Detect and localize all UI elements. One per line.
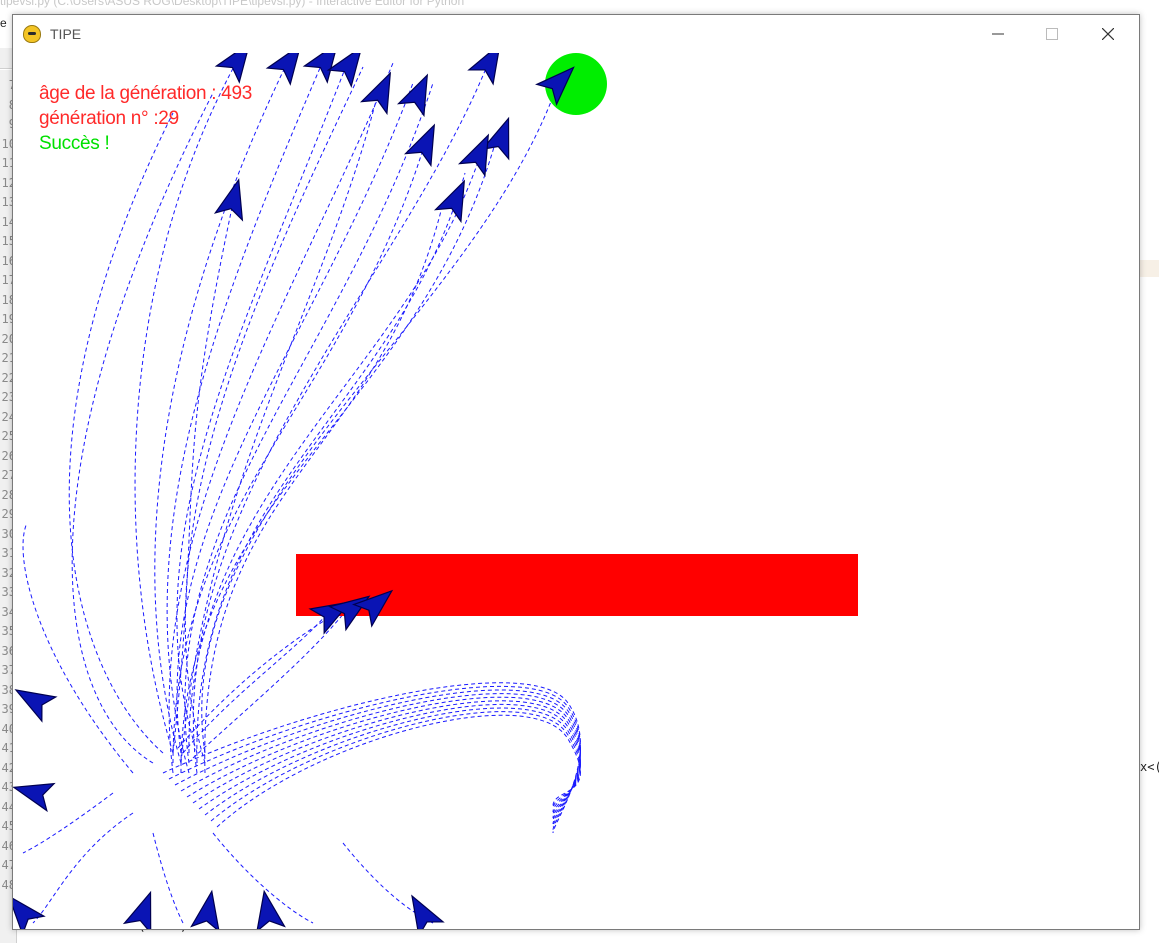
close-icon [1102,28,1114,40]
rocket [265,53,302,86]
rocket-trail [168,685,581,831]
rocket-trail [172,142,426,764]
rocket-trail [198,703,581,816]
rocket [256,889,286,929]
rocket-trail [180,92,379,764]
rocket-trail [152,832,184,924]
rocket [214,53,251,84]
rocket-trail [182,612,329,754]
rocket [13,782,56,813]
rocket-trails [22,60,581,924]
status-success-label: Succès ! [39,133,110,154]
rocket-trail [188,152,482,754]
rocket-trail [71,92,214,764]
rocket-trail [168,62,394,774]
rocket-trail [184,82,434,764]
rocket-trail [210,711,581,822]
rocket-trail [177,592,374,749]
rocket-trail [176,82,414,754]
generation-age-label: âge de la génération : 493 [39,83,252,104]
maximize-icon [1046,28,1058,40]
background-editor-title: tipevsi.py (C:\Users\ASUS ROG\Desktop\TI… [0,0,465,8]
window-titlebar[interactable]: TIPE [13,15,1139,53]
close-button[interactable] [1085,15,1131,53]
maximize-button[interactable] [1029,15,1075,53]
rocket-trail [192,60,490,774]
rocket-trail [154,60,289,764]
rocket-trail [172,202,234,754]
rocket-trail [216,714,581,828]
rocket [122,890,152,929]
current-line-highlight [1140,260,1159,277]
window-title: TIPE [50,26,82,42]
code-snippet-fragment: x<( [1140,760,1159,774]
rocket-trail [201,82,559,754]
rocket [411,894,445,929]
generation-number-label: génération n° :29 [39,108,179,129]
rocket [396,73,429,118]
pygame-window: TIPE âge de la génération : 493 générati… [12,14,1140,930]
background-editor-edge: x<( [1140,70,1159,943]
rocket-trail [180,132,499,774]
rocket [467,53,501,86]
rocket-trail [176,60,349,754]
rocket [14,689,58,723]
rocket-trail [204,707,581,816]
rocket-trail [204,202,444,774]
rocket [326,53,363,88]
pygame-snake-icon [23,25,41,43]
rocket-trail [196,172,466,764]
simulation-scene [13,53,858,929]
rocket [13,894,46,929]
simulation-canvas: âge de la génération : 493 génération n°… [13,53,1139,929]
rocket [213,178,244,222]
minimize-button[interactable] [975,15,1021,53]
rocket-trail [162,682,581,834]
rocket-trail [68,112,174,754]
rockets [13,53,575,929]
rocket-trail [180,693,581,825]
rocket-trail [32,812,134,924]
rocket [403,123,436,168]
rocket-trail [22,522,134,774]
rocket [190,889,220,929]
rocket [359,71,392,116]
rocket-trail [174,689,581,828]
minimize-icon [992,33,1004,35]
rocket-trail [166,60,324,774]
